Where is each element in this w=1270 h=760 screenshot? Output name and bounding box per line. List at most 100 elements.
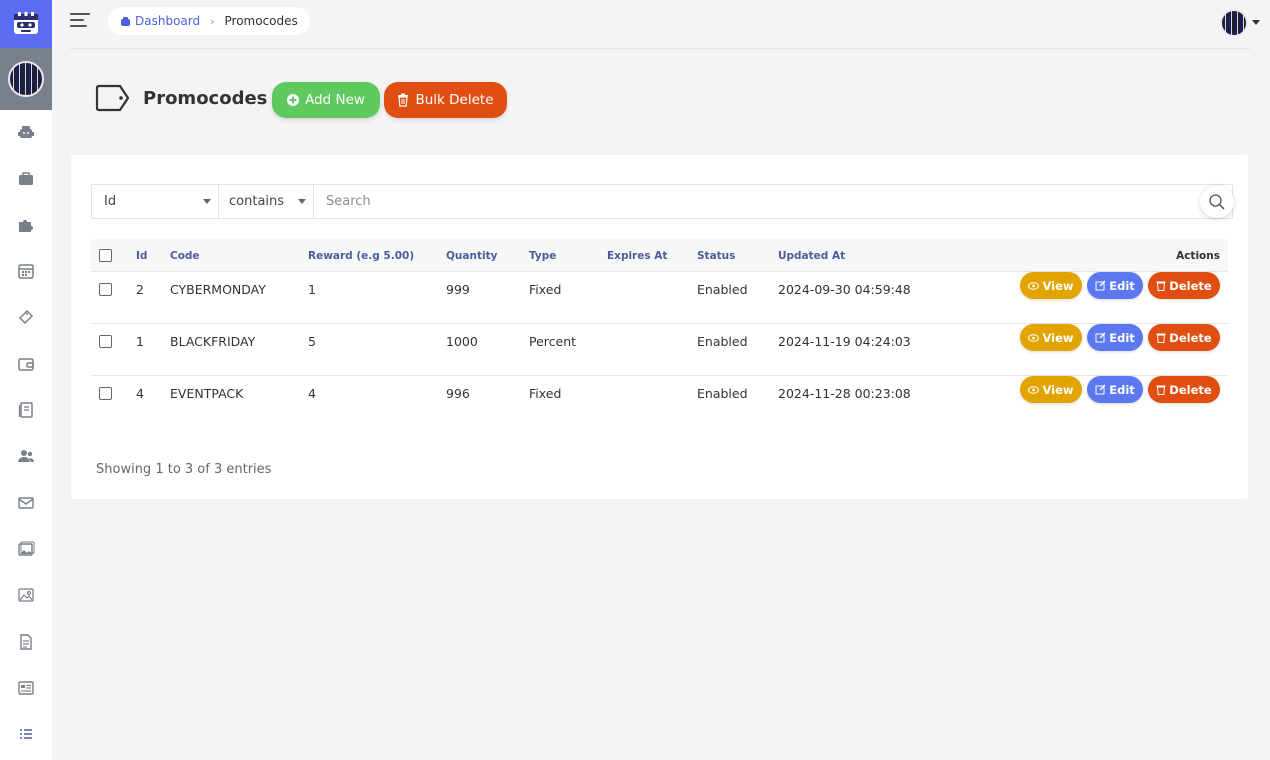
view-button[interactable]: View xyxy=(1020,324,1082,351)
sidebar-item-users[interactable] xyxy=(0,441,52,471)
wallet-icon xyxy=(18,358,34,371)
edit-label: Edit xyxy=(1109,278,1135,293)
newspaper-icon xyxy=(18,681,34,695)
promocodes-table: Id Code Reward (e.g 5.00) Quantity Type … xyxy=(91,239,1228,428)
add-new-label: Add New xyxy=(305,92,365,108)
menu-toggle-icon[interactable] xyxy=(70,13,92,29)
delete-button[interactable]: Delete xyxy=(1148,376,1220,403)
sidebar xyxy=(0,0,52,760)
list-icon xyxy=(20,729,32,739)
filter-field-value: Id xyxy=(104,194,117,209)
sidebar-item-news[interactable] xyxy=(0,673,52,703)
filter-field-select[interactable]: Id xyxy=(92,185,219,218)
breadcrumb: Dashboard › Promocodes xyxy=(108,7,310,35)
robot-small-icon xyxy=(121,16,130,26)
pagination-info: Showing 1 to 3 of 3 entries xyxy=(96,462,272,477)
plus-circle-icon xyxy=(287,94,300,106)
sidebar-item-products[interactable] xyxy=(0,164,52,194)
sidebar-user[interactable] xyxy=(0,48,52,110)
user-avatar[interactable] xyxy=(1220,9,1248,37)
robot-logo-icon xyxy=(14,12,38,34)
view-button[interactable]: View xyxy=(1020,272,1082,299)
header-quantity[interactable]: Quantity xyxy=(446,239,497,272)
delete-label: Delete xyxy=(1169,382,1212,397)
cell-status: Enabled xyxy=(697,281,748,297)
edit-button[interactable]: Edit xyxy=(1087,376,1143,403)
ticket-icon xyxy=(18,309,34,325)
chevron-down-icon[interactable] xyxy=(1252,20,1260,25)
row-actions: View Edit Delete xyxy=(1020,324,1220,351)
delete-label: Delete xyxy=(1169,278,1212,293)
sidebar-item-events[interactable] xyxy=(0,256,52,286)
cell-type: Fixed xyxy=(529,385,562,401)
header-expires[interactable]: Expires At xyxy=(607,239,667,272)
avatar xyxy=(8,61,44,97)
breadcrumb-home[interactable]: Dashboard xyxy=(120,14,200,28)
cell-quantity: 999 xyxy=(446,281,470,297)
app-logo[interactable] xyxy=(0,0,52,48)
images-icon xyxy=(18,541,35,556)
sidebar-item-mail[interactable] xyxy=(0,488,52,518)
cell-id: 2 xyxy=(136,281,144,297)
cell-updated: 2024-09-30 04:59:48 xyxy=(778,281,911,297)
sidebar-item-bots[interactable] xyxy=(0,117,52,147)
delete-button[interactable]: Delete xyxy=(1148,272,1220,299)
table-row: 4 EVENTPACK 4 996 Fixed Enabled 2024-11-… xyxy=(91,376,1228,428)
filter-operator-value: contains xyxy=(229,194,285,209)
header-type[interactable]: Type xyxy=(529,239,556,272)
cell-quantity: 996 xyxy=(446,385,470,401)
search-button[interactable] xyxy=(1200,186,1234,218)
eye-icon xyxy=(1028,333,1040,342)
sidebar-item-list[interactable] xyxy=(0,719,52,749)
cell-type: Percent xyxy=(529,333,577,349)
cell-type: Fixed xyxy=(529,281,562,297)
header-id[interactable]: Id xyxy=(136,239,147,272)
breadcrumb-current: Promocodes xyxy=(224,14,298,28)
view-label: View xyxy=(1042,330,1074,345)
header-status[interactable]: Status xyxy=(697,239,735,272)
sidebar-item-docs[interactable] xyxy=(0,395,52,425)
sidebar-item-addons[interactable] xyxy=(0,210,52,240)
row-checkbox[interactable] xyxy=(99,334,112,348)
add-new-button[interactable]: Add New xyxy=(272,82,380,118)
chevron-down-icon xyxy=(203,199,211,204)
sidebar-item-gallery[interactable] xyxy=(0,534,52,564)
cell-code: EVENTPACK xyxy=(170,385,244,401)
sidebar-item-promocodes[interactable] xyxy=(0,302,52,332)
trash-icon xyxy=(1156,333,1166,343)
header-updated[interactable]: Updated At xyxy=(778,239,845,272)
view-button[interactable]: View xyxy=(1020,376,1082,403)
topbar-divider xyxy=(70,48,1250,49)
cell-code: BLACKFRIDAY xyxy=(170,333,256,349)
trash-icon xyxy=(398,93,409,107)
delete-button[interactable]: Delete xyxy=(1148,324,1220,351)
edit-icon xyxy=(1095,280,1106,291)
cell-updated: 2024-11-19 04:24:03 xyxy=(778,333,911,349)
row-checkbox[interactable] xyxy=(99,282,112,296)
sidebar-item-wallet[interactable] xyxy=(0,349,52,379)
breadcrumb-home-label: Dashboard xyxy=(135,14,201,28)
users-icon xyxy=(18,450,34,462)
breadcrumb-separator-icon: › xyxy=(210,14,215,28)
header-reward[interactable]: Reward (e.g 5.00) xyxy=(308,239,414,272)
edit-button[interactable]: Edit xyxy=(1087,324,1143,351)
cell-reward: 5 xyxy=(308,333,316,349)
cell-code: CYBERMONDAY xyxy=(170,281,266,297)
book-icon xyxy=(18,402,33,418)
select-all-checkbox[interactable] xyxy=(99,249,112,262)
row-checkbox[interactable] xyxy=(99,386,112,400)
view-label: View xyxy=(1042,382,1074,397)
header-code[interactable]: Code xyxy=(170,239,200,272)
sidebar-item-media[interactable] xyxy=(0,580,52,610)
cell-quantity: 1000 xyxy=(446,333,478,349)
robot-icon xyxy=(18,126,34,138)
cell-id: 1 xyxy=(136,333,144,349)
eye-icon xyxy=(1028,385,1040,394)
search-input[interactable] xyxy=(314,185,1232,218)
edit-button[interactable]: Edit xyxy=(1087,272,1143,299)
sidebar-item-pages[interactable] xyxy=(0,627,52,657)
edit-label: Edit xyxy=(1109,330,1135,345)
tag-icon xyxy=(95,84,130,112)
bulk-delete-button[interactable]: Bulk Delete xyxy=(384,82,507,118)
filter-operator-select[interactable]: contains xyxy=(219,185,314,218)
